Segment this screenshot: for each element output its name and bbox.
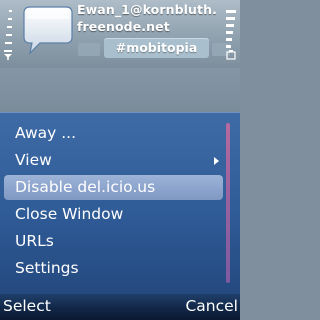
menu-scrollbar[interactable] — [226, 123, 230, 283]
menu-item-label: Settings — [15, 259, 79, 277]
chat-content-area — [0, 68, 240, 112]
menu-item-disable-delicious[interactable]: Disable del.icio.us — [4, 175, 223, 200]
menu-item-urls[interactable]: URLs — [4, 229, 223, 254]
submenu-arrow-icon — [214, 157, 219, 165]
menu-item-settings[interactable]: Settings — [4, 256, 223, 281]
menu-item-label: Disable del.icio.us — [15, 178, 156, 196]
tab-channel[interactable]: #mobitopia — [104, 38, 209, 58]
previous-tab-button[interactable] — [78, 43, 100, 56]
chat-bubble-icon — [23, 6, 73, 55]
menu-item-label: Close Window — [15, 205, 124, 223]
connection-title-line1: Ewan_1@kornbluth. — [77, 2, 217, 17]
battery-icon — [226, 10, 236, 60]
menu-item-label: Away ... — [15, 124, 77, 142]
softkey-bar: Select Cancel — [0, 294, 240, 320]
menu-item-label: URLs — [15, 232, 54, 250]
menu-item-view[interactable]: View — [4, 148, 223, 173]
menu-item-label: View — [15, 151, 52, 169]
menu-item-close-window[interactable]: Close Window — [4, 202, 223, 227]
signal-strength-icon — [4, 10, 12, 60]
status-header: Ewan_1@kornbluth. freenode.net #mobitopi… — [0, 0, 240, 68]
menu-scroll-thumb[interactable] — [226, 123, 230, 283]
options-menu: Away ... View Disable del.icio.us Close … — [0, 112, 240, 295]
channel-label: #mobitopia — [115, 40, 198, 55]
select-softkey[interactable]: Select — [3, 297, 51, 315]
cancel-softkey[interactable]: Cancel — [185, 297, 238, 315]
menu-item-away[interactable]: Away ... — [4, 121, 223, 146]
connection-title-line2: freenode.net — [77, 19, 170, 34]
